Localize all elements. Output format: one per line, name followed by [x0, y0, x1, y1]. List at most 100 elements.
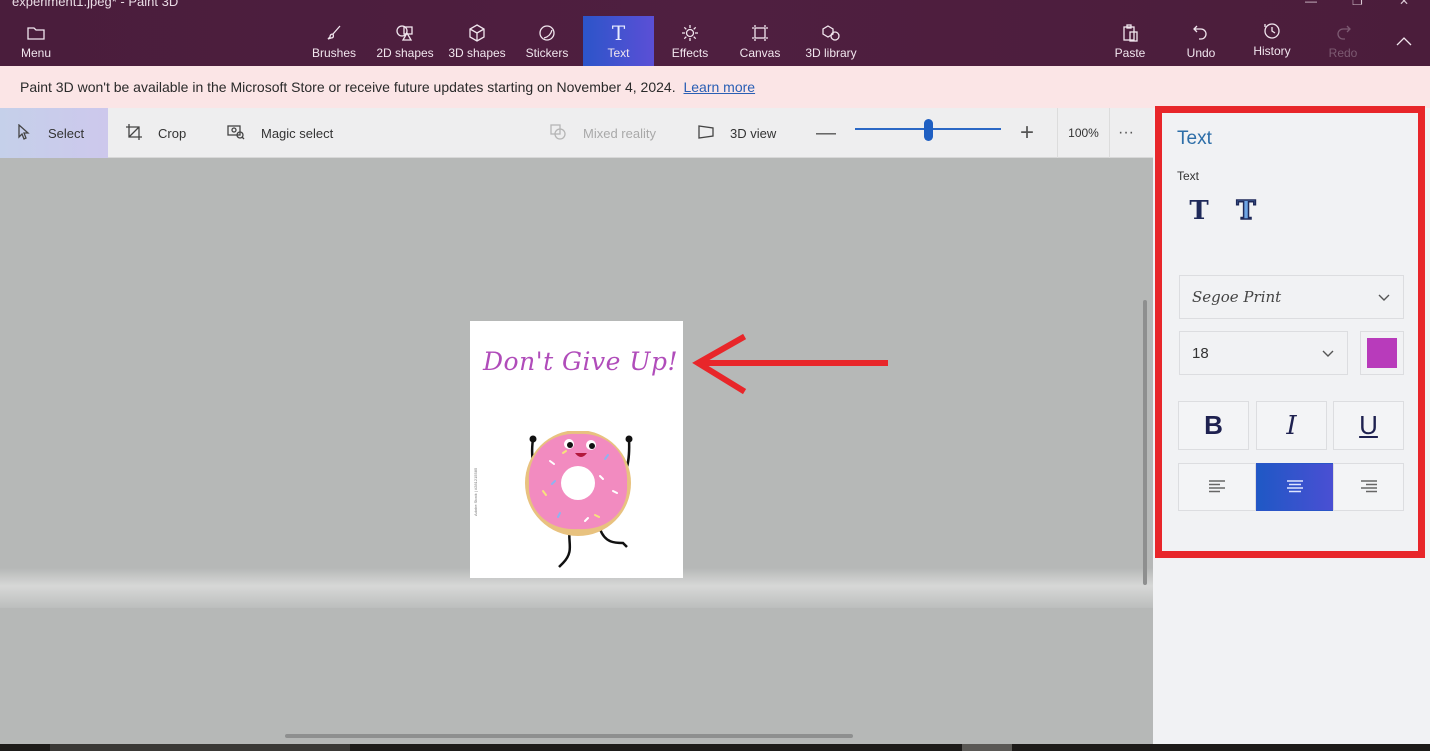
color-swatch [1367, 338, 1397, 368]
chevron-up-icon [1395, 30, 1413, 52]
horizontal-scrollbar[interactable] [285, 734, 853, 738]
tab-3d-shapes[interactable]: 3D shapes [444, 16, 510, 66]
vertical-scrollbar[interactable] [1143, 300, 1147, 585]
minimize-icon[interactable]: — [1305, 0, 1317, 8]
plus-icon: + [1020, 119, 1035, 146]
deprecation-notice: Paint 3D won't be available in the Micro… [0, 66, 1430, 108]
tab-2d-shapes[interactable]: 2D shapes [372, 16, 438, 66]
font-value: Segoe Print [1192, 288, 1282, 306]
2d-shapes-icon [395, 22, 415, 44]
text-3d-icon: T [1236, 195, 1257, 227]
select-label: Select [48, 125, 85, 141]
underline-icon: U [1359, 410, 1378, 440]
zoom-in-button[interactable]: + [1020, 108, 1034, 158]
tab-brushes[interactable]: Brushes [308, 16, 360, 66]
tab-3d-library[interactable]: 3D library [802, 16, 860, 66]
text-2d-icon: T [1189, 196, 1209, 226]
magic-select-tool[interactable]: Magic select [227, 108, 333, 158]
magic-select-icon [227, 124, 245, 143]
font-size-value: 18 [1192, 344, 1209, 362]
paste-icon [1121, 22, 1139, 44]
mixed-reality-icon [550, 123, 566, 143]
paste-button[interactable]: Paste [1112, 16, 1148, 66]
italic-icon: I [1286, 410, 1297, 441]
tab-effects[interactable]: Effects [668, 16, 712, 66]
zoom-percent[interactable]: 100% [1057, 108, 1110, 158]
panel-title: Text [1177, 128, 1212, 149]
undo-button[interactable]: Undo [1182, 16, 1220, 66]
donut-character-image [525, 431, 633, 568]
select-tool[interactable]: Select [0, 108, 108, 158]
3d-library-icon [821, 22, 841, 44]
magic-select-label: Magic select [261, 125, 334, 141]
maximize-icon[interactable]: ❐ [1352, 0, 1363, 8]
tab-label: Stickers [525, 46, 569, 60]
taskbar-item[interactable] [50, 744, 350, 751]
3d-view-label: 3D view [730, 125, 777, 141]
tab-stickers[interactable]: Stickers [522, 16, 572, 66]
taskbar [0, 744, 1430, 751]
align-right-button[interactable] [1333, 463, 1404, 511]
text-color-button[interactable] [1360, 331, 1404, 375]
mixed-reality-label: Mixed reality [583, 125, 656, 141]
menu-label: Menu [20, 46, 52, 60]
crop-icon [125, 123, 143, 144]
sticker-icon [538, 22, 556, 44]
history-button[interactable]: History [1250, 16, 1294, 66]
bold-button[interactable]: B [1178, 401, 1249, 450]
chevron-down-icon [1322, 350, 1334, 357]
tab-label: 2D shapes [376, 46, 434, 60]
3d-text-button[interactable]: T [1229, 195, 1263, 227]
3d-view-button[interactable]: 3D view [697, 108, 776, 158]
tab-label: Effects [671, 46, 709, 60]
tab-canvas[interactable]: Canvas [738, 16, 782, 66]
chevron-down-icon [1378, 294, 1390, 301]
cursor-icon [17, 123, 31, 143]
tab-text[interactable]: T Text [583, 16, 654, 66]
menu-button[interactable]: Menu [18, 16, 54, 66]
tab-label: Text [607, 46, 630, 60]
align-center-button[interactable] [1256, 463, 1334, 511]
undo-icon [1192, 22, 1210, 44]
crop-tool[interactable]: Crop [125, 108, 186, 158]
brush-icon [325, 22, 343, 44]
canvas-image[interactable]: Don't Give Up! Adobe Stock | #281215585 [470, 321, 683, 578]
zoom-slider-thumb[interactable] [923, 119, 933, 141]
close-icon[interactable]: ✕ [1399, 0, 1409, 8]
window-title: experiment1.jpeg* - Paint 3D [12, 0, 179, 9]
align-center-icon [1287, 480, 1303, 493]
canvas-text[interactable]: Don't Give Up! [483, 347, 678, 376]
panel-section-label: Text [1177, 169, 1200, 183]
zoom-out-button[interactable]: — [816, 108, 836, 158]
italic-button[interactable]: I [1256, 401, 1327, 450]
text-icon: T [611, 21, 626, 45]
more-icon: ··· [1118, 124, 1134, 141]
taskbar-item[interactable] [962, 744, 1012, 751]
font-dropdown[interactable]: Segoe Print [1179, 275, 1404, 319]
align-left-button[interactable] [1178, 463, 1256, 511]
font-size-dropdown[interactable]: 18 [1179, 331, 1348, 375]
collapse-ribbon-button[interactable] [1392, 16, 1416, 66]
redo-icon [1334, 22, 1352, 44]
minus-icon: — [816, 121, 836, 144]
3d-view-icon [697, 124, 715, 143]
align-left-icon [1209, 480, 1225, 493]
history-label: History [1253, 44, 1291, 58]
tab-label: Canvas [739, 46, 781, 60]
3d-cube-icon [468, 22, 486, 44]
learn-more-link[interactable]: Learn more [683, 79, 755, 95]
tab-label: Brushes [311, 46, 357, 60]
toolbar: Select Crop Magic select Mixed reality 3… [0, 108, 1153, 158]
stock-watermark: Adobe Stock | #281215585 [473, 467, 478, 516]
2d-text-button[interactable]: T [1182, 195, 1216, 227]
redo-label: Redo [1328, 46, 1358, 60]
more-options-button[interactable]: ··· [1118, 108, 1134, 158]
mixed-reality-button: Mixed reality [550, 108, 656, 158]
crop-label: Crop [158, 125, 187, 141]
redo-button: Redo [1325, 16, 1361, 66]
tab-label: 3D shapes [448, 46, 506, 60]
history-icon [1263, 20, 1281, 42]
underline-button[interactable]: U [1333, 401, 1404, 450]
canvas-icon [751, 22, 769, 44]
sun-icon [681, 22, 699, 44]
